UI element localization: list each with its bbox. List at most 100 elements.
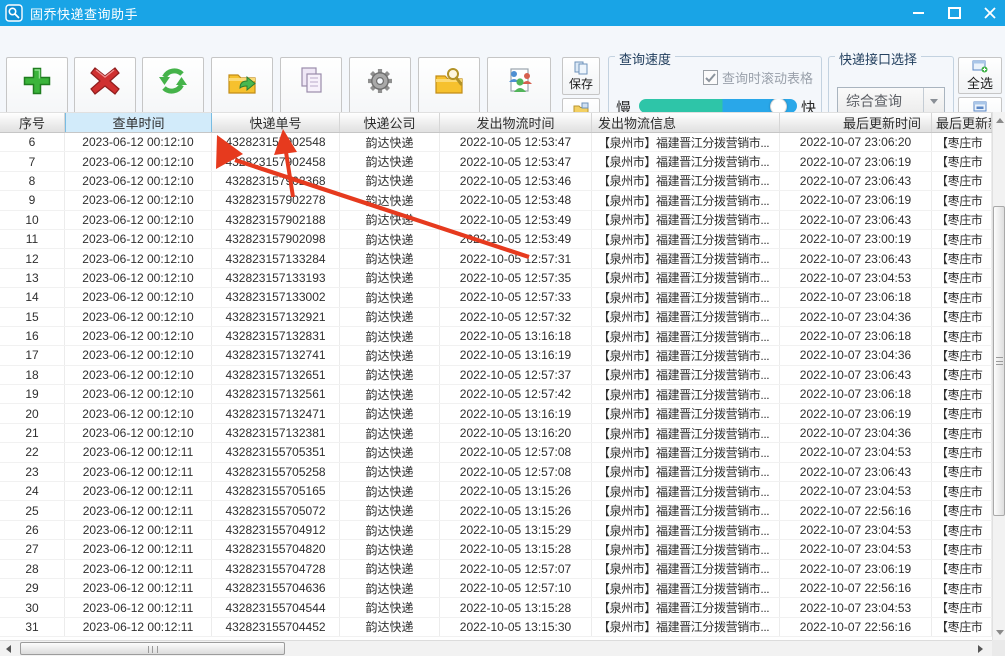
- table-cell: 432823157133002: [212, 288, 340, 307]
- table-cell: 2022-10-07 23:04:53: [780, 482, 932, 501]
- table-cell: 17: [0, 346, 65, 365]
- table-cell: 2023-06-12 00:12:11: [65, 578, 212, 598]
- table-cell: 韵达快递: [340, 229, 440, 249]
- table-cell: 432823157132471: [212, 404, 340, 423]
- table-cell: 韵达快递: [340, 249, 440, 268]
- column-header-0[interactable]: 序号: [0, 113, 65, 132]
- table-row[interactable]: 18 2023-06-12 00:12:10 432823157132651 韵达快递…: [0, 365, 992, 386]
- table-cell: 韵达快递: [340, 133, 440, 152]
- table-cell: 2022-10-07 23:06:43: [780, 365, 932, 385]
- table-row[interactable]: 16 2023-06-12 00:12:10 432823157132831 韵达快递…: [0, 326, 992, 347]
- table-cell: 2023-06-12 00:12:10: [65, 423, 212, 443]
- table-row[interactable]: 11 2023-06-12 00:12:10 432823157902098 韵达快递…: [0, 229, 992, 250]
- table-cell: 8: [0, 171, 65, 191]
- column-header-7[interactable]: 最后更新新: [932, 113, 992, 132]
- column-header-4[interactable]: 发出物流时间: [440, 113, 592, 132]
- table-row[interactable]: 24 2023-06-12 00:12:11 432823155705165 韵达快递…: [0, 482, 992, 502]
- scroll-down-button[interactable]: [993, 624, 1005, 640]
- table-cell: 韵达快递: [340, 288, 440, 307]
- table-cell: 15: [0, 307, 65, 326]
- table-row[interactable]: 19 2023-06-12 00:12:10 432823157132561 韵达快递…: [0, 385, 992, 405]
- table-row[interactable]: 14 2023-06-12 00:12:10 432823157133002 韵达快递…: [0, 288, 992, 308]
- table-row[interactable]: 17 2023-06-12 00:12:10 432823157132741 韵达快递…: [0, 346, 992, 366]
- table-row[interactable]: 23 2023-06-12 00:12:11 432823155705258 韵达快递…: [0, 462, 992, 483]
- vertical-scrollbar-thumb[interactable]: [993, 206, 1005, 516]
- scroll-table-checkbox[interactable]: [702, 70, 718, 85]
- table-row[interactable]: 7 2023-06-12 00:12:10 432823157902458 韵达快递 2…: [0, 152, 992, 172]
- add-icon: [23, 67, 51, 95]
- table-row[interactable]: 12 2023-06-12 00:12:10 432823157133284 韵达快递…: [0, 249, 992, 269]
- vertical-scrollbar[interactable]: [992, 112, 1005, 640]
- table-cell: 2023-06-12 00:12:10: [65, 133, 212, 152]
- table-cell: 【泉州市】福建晋江分拨营销市...: [592, 249, 780, 268]
- table-cell: 2022-10-05 12:57:08: [440, 443, 592, 462]
- maximize-button[interactable]: [947, 6, 961, 20]
- filter-icon: [435, 68, 463, 94]
- button-label: 全选: [966, 75, 993, 91]
- table-cell: 2022-10-07 23:06:20: [780, 133, 932, 152]
- column-header-3[interactable]: 快递公司: [340, 113, 440, 132]
- select-all-button[interactable]: 全选: [958, 57, 1002, 94]
- table-cell: 2022-10-05 13:16:19: [440, 404, 592, 423]
- table-row[interactable]: 6 2023-06-12 00:12:10 432823157902548 韵达快递 2…: [0, 133, 992, 153]
- table-row[interactable]: 25 2023-06-12 00:12:11 432823155705072 韵达快递…: [0, 501, 992, 521]
- table-cell: 13: [0, 268, 65, 288]
- column-header-5[interactable]: 发出物流信息: [592, 113, 780, 132]
- table-row[interactable]: 21 2023-06-12 00:12:10 432823157132381 韵达快递…: [0, 423, 992, 444]
- scroll-up-button[interactable]: [993, 112, 1005, 128]
- table-row[interactable]: 13 2023-06-12 00:12:10 432823157133193 韵达快递…: [0, 268, 992, 289]
- save-button[interactable]: 保存: [562, 57, 600, 95]
- table-cell: 2023-06-12 00:12:10: [65, 385, 212, 404]
- table-cell: 【枣庄市: [932, 133, 992, 152]
- column-header-2[interactable]: 快递单号: [212, 113, 340, 132]
- table-cell: 432823157133284: [212, 249, 340, 268]
- slider-thumb[interactable]: [770, 99, 788, 113]
- table-row[interactable]: 30 2023-06-12 00:12:11 432823155704544 韵达快递…: [0, 598, 992, 618]
- table-cell: 2022-10-05 12:53:48: [440, 191, 592, 210]
- speed-slider[interactable]: [639, 99, 797, 113]
- table-cell: 韵达快递: [340, 462, 440, 482]
- table-row[interactable]: 31 2023-06-12 00:12:11 432823155704452 韵达快递…: [0, 617, 992, 638]
- table-row[interactable]: 22 2023-06-12 00:12:11 432823155705351 韵达快递…: [0, 443, 992, 463]
- table-cell: 2022-10-05 12:57:32: [440, 307, 592, 326]
- table-cell: 韵达快递: [340, 443, 440, 462]
- table-cell: 2023-06-12 00:12:10: [65, 307, 212, 326]
- table-row[interactable]: 8 2023-06-12 00:12:10 432823157902368 韵达快递 2…: [0, 171, 992, 192]
- table-cell: 432823155704544: [212, 598, 340, 617]
- table-cell: 2023-06-12 00:12:10: [65, 229, 212, 249]
- table-cell: 432823155704636: [212, 578, 340, 598]
- thumb-grip-icon: [996, 357, 1003, 365]
- table-header: 序号查单时间快递单号快递公司发出物流时间发出物流信息最后更新时间最后更新新: [0, 112, 992, 133]
- close-button[interactable]: [983, 6, 997, 20]
- invert-selection-icon: [973, 101, 987, 111]
- column-header-6[interactable]: 最后更新时间: [780, 113, 932, 132]
- table-cell: 【枣庄市: [932, 288, 992, 307]
- checkmark-icon: [705, 72, 716, 82]
- table-cell: 432823155704820: [212, 540, 340, 559]
- title-bar: 固乔快递查询助手: [0, 0, 1005, 26]
- scroll-right-button[interactable]: [972, 641, 989, 656]
- table-row[interactable]: 29 2023-06-12 00:12:11 432823155704636 韵达快递…: [0, 578, 992, 599]
- arrow-up-icon: [995, 117, 1004, 123]
- column-header-1[interactable]: 查单时间: [65, 113, 212, 132]
- table-row[interactable]: 9 2023-06-12 00:12:10 432823157902278 韵达快递 2…: [0, 191, 992, 211]
- table-cell: 2022-10-05 13:15:26: [440, 482, 592, 501]
- minimize-button[interactable]: [911, 6, 925, 20]
- table-cell: 2023-06-12 00:12:11: [65, 482, 212, 501]
- horizontal-scrollbar-thumb[interactable]: [20, 642, 285, 655]
- table-cell: 2023-06-12 00:12:10: [65, 268, 212, 288]
- table-cell: 7: [0, 152, 65, 171]
- horizontal-scrollbar[interactable]: [0, 640, 1005, 656]
- table-cell: 432823157902278: [212, 191, 340, 210]
- table-row[interactable]: 10 2023-06-12 00:12:10 432823157902188 韵达快递…: [0, 210, 992, 230]
- table-cell: 2022-10-05 13:16:18: [440, 326, 592, 346]
- table-cell: 【泉州市】福建晋江分拨营销市...: [592, 559, 780, 578]
- table-row[interactable]: 26 2023-06-12 00:12:11 432823155704912 韵达快递…: [0, 520, 992, 541]
- interface-select[interactable]: 综合查询: [837, 87, 945, 115]
- scroll-left-button[interactable]: [0, 641, 17, 656]
- table-row[interactable]: 15 2023-06-12 00:12:10 432823157132921 韵达快递…: [0, 307, 992, 327]
- table-row[interactable]: 28 2023-06-12 00:12:11 432823155704728 韵达快递…: [0, 559, 992, 579]
- table-row[interactable]: 27 2023-06-12 00:12:11 432823155704820 韵达快递…: [0, 540, 992, 560]
- table-row[interactable]: 20 2023-06-12 00:12:10 432823157132471 韵达快递…: [0, 404, 992, 424]
- table-cell: 韵达快递: [340, 501, 440, 520]
